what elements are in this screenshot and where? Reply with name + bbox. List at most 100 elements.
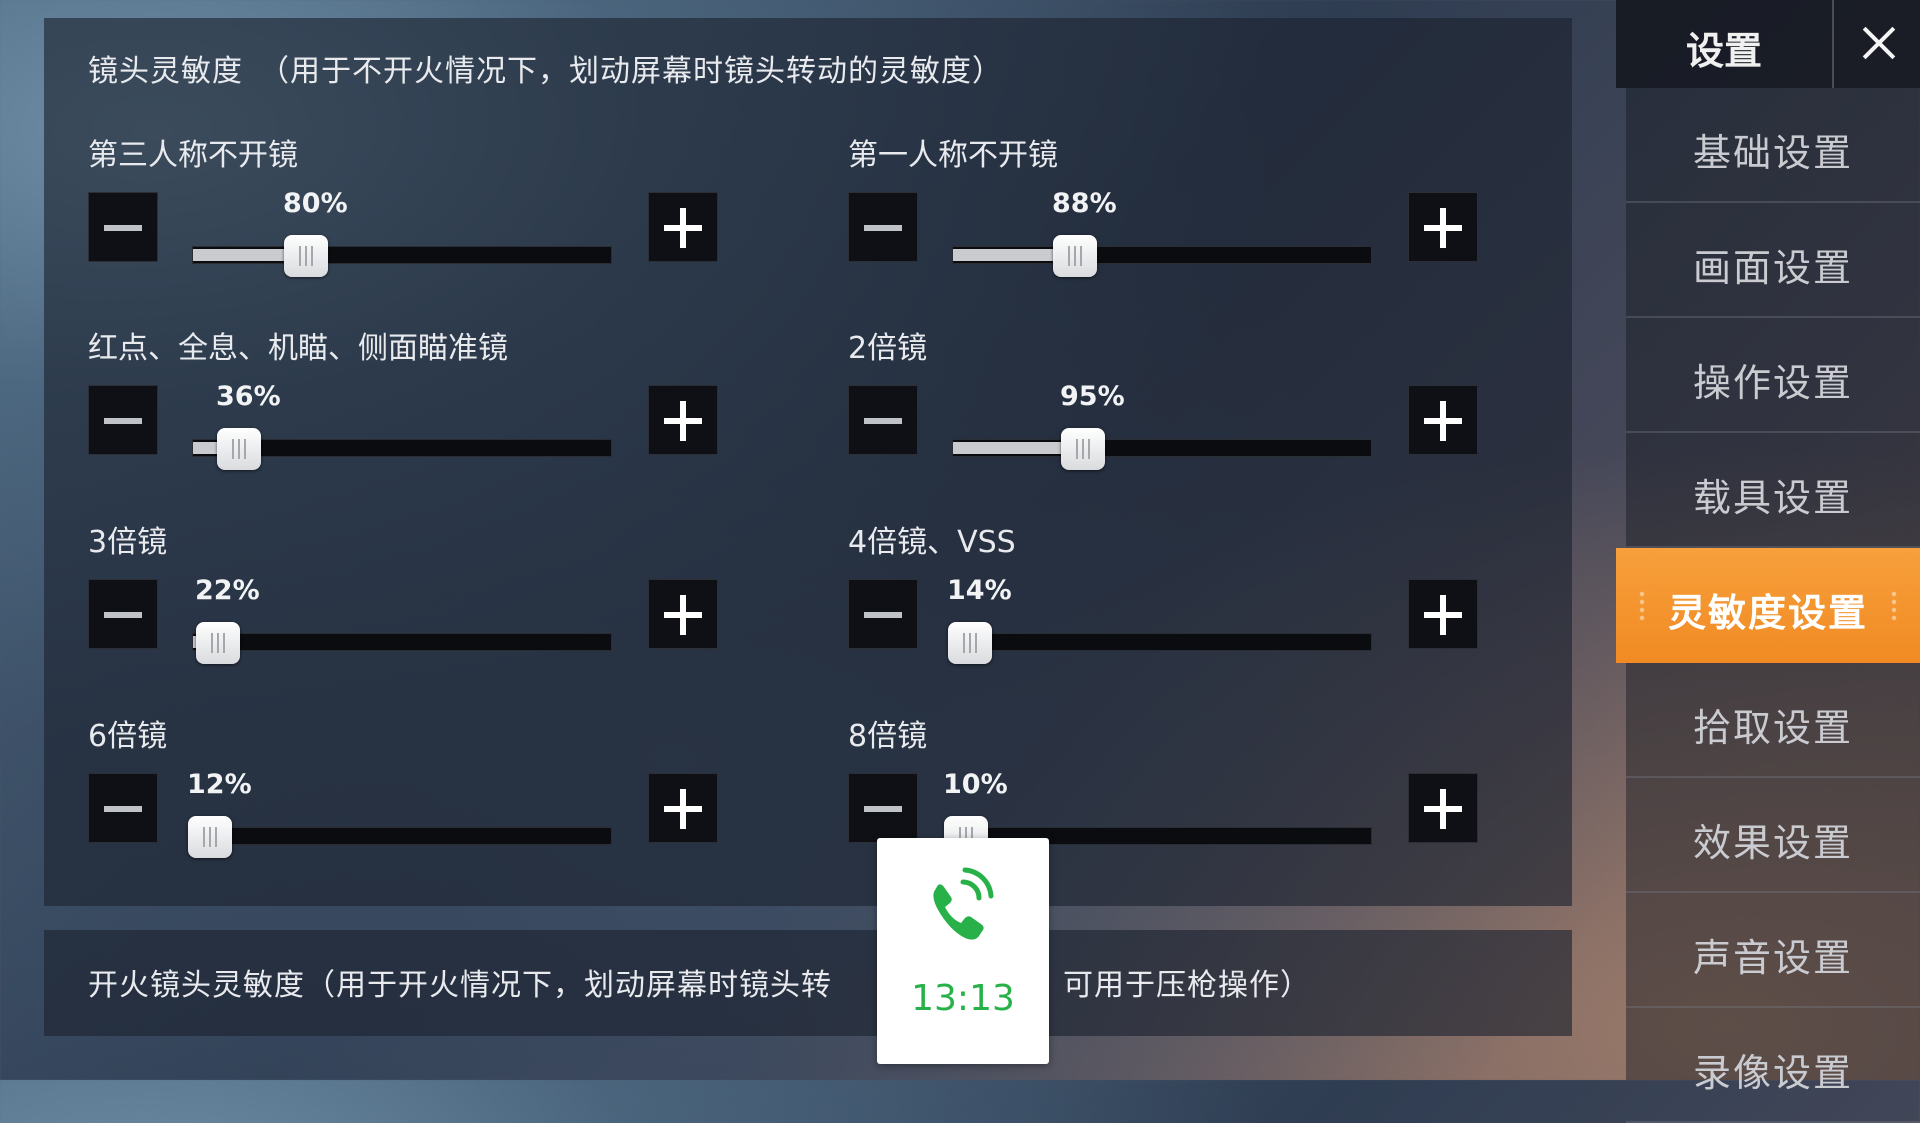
increase-button[interactable] <box>1408 192 1478 262</box>
slider-value: 80% <box>283 188 348 219</box>
increase-button[interactable] <box>648 579 718 649</box>
slider-thumb[interactable] <box>948 622 992 664</box>
increase-button[interactable] <box>648 385 718 455</box>
setting-row-6x-scope: 6倍镜 12% <box>44 711 744 861</box>
slider-value: 14% <box>947 575 1012 606</box>
sidebar-item-label: 基础设置 <box>1692 131 1853 175</box>
grip-line <box>223 633 225 653</box>
sensitivity-slider[interactable] <box>948 622 1372 664</box>
minus-icon <box>104 418 142 424</box>
sensitivity-slider[interactable] <box>952 428 1372 470</box>
slider-thumb[interactable] <box>188 816 232 858</box>
sidebar-item-sensitivity[interactable]: 灵敏度设置 <box>1616 548 1920 663</box>
setting-row-3x-scope: 3倍镜 22% <box>44 517 744 667</box>
sensitivity-slider[interactable] <box>192 622 612 664</box>
slider-value: 12% <box>187 769 252 800</box>
slider-value: 10% <box>943 769 1008 800</box>
minus-icon <box>864 806 902 812</box>
decrease-button[interactable] <box>848 192 918 262</box>
grip-line <box>215 827 217 847</box>
camera-sensitivity-title: 镜头灵敏度 （用于不开火情况下，划动屏幕时镜头转动的灵敏度） <box>88 54 1003 89</box>
sidebar-title: 设置 <box>1686 29 1763 73</box>
minus-icon <box>864 612 902 618</box>
minus-icon <box>864 418 902 424</box>
minus-icon <box>104 612 142 618</box>
sidebar-item-audio[interactable]: 声音设置 <box>1626 893 1920 1008</box>
slider-thumb[interactable] <box>1061 428 1105 470</box>
decrease-button[interactable] <box>88 192 158 262</box>
sidebar-item-label: 效果设置 <box>1692 821 1853 865</box>
phone-call-icon <box>933 867 994 940</box>
slider-thumb[interactable] <box>1053 235 1097 277</box>
slider-thumb[interactable] <box>217 428 261 470</box>
increase-button[interactable] <box>1408 579 1478 649</box>
slider-value: 22% <box>195 575 260 606</box>
decrease-button[interactable] <box>848 385 918 455</box>
setting-label: 3倍镜 <box>88 525 168 560</box>
sidebar-item-label: 载具设置 <box>1692 476 1853 520</box>
decrease-button[interactable] <box>88 385 158 455</box>
sidebar-item-label: 操作设置 <box>1692 361 1853 405</box>
sensitivity-slider[interactable] <box>192 428 612 470</box>
slider-value: 88% <box>1052 188 1117 219</box>
grip-line <box>963 633 965 653</box>
sidebar-item-basic[interactable]: 基础设置 <box>1626 88 1920 203</box>
increase-button[interactable] <box>1408 773 1478 843</box>
setting-row-red-dot: 红点、全息、机瞄、侧面瞄准镜 36% <box>44 323 744 473</box>
grip-line <box>1068 246 1070 266</box>
grip-line <box>299 246 301 266</box>
slider-value: 36% <box>216 381 281 412</box>
increase-button[interactable] <box>648 192 718 262</box>
grip-line <box>1076 439 1078 459</box>
grip-line <box>1074 246 1076 266</box>
sidebar-item-label: 灵敏度设置 <box>1667 591 1868 635</box>
sidebar-item-display[interactable]: 画面设置 <box>1626 203 1920 318</box>
plus-icon-vertical <box>680 789 686 829</box>
setting-label: 第三人称不开镜 <box>88 138 298 173</box>
grip-line <box>211 633 213 653</box>
decrease-button[interactable] <box>848 579 918 649</box>
decrease-button[interactable] <box>88 773 158 843</box>
setting-label: 2倍镜 <box>848 331 928 366</box>
sidebar-item-effects[interactable]: 效果设置 <box>1626 778 1920 893</box>
call-overlay[interactable]: 13:13 <box>877 838 1049 1064</box>
decrease-button[interactable] <box>88 579 158 649</box>
minus-icon <box>864 225 902 231</box>
call-duration: 13:13 <box>911 978 1015 1019</box>
slider-thumb[interactable] <box>196 622 240 664</box>
sidebar-item-label: 画面设置 <box>1692 246 1853 290</box>
sidebar-item-recording[interactable]: 录像设置 <box>1626 1008 1920 1123</box>
increase-button[interactable] <box>648 773 718 843</box>
sidebar-header: 设置 <box>1616 0 1920 88</box>
fire-sensitivity-title-left: 开火镜头灵敏度（用于开火情况下，划动屏幕时镜头转 <box>88 968 832 1003</box>
sidebar-item-controls[interactable]: 操作设置 <box>1626 318 1920 433</box>
grip-line <box>975 633 977 653</box>
sidebar-item-vehicle[interactable]: 载具设置 <box>1626 433 1920 548</box>
grip-line <box>238 439 240 459</box>
setting-label: 4倍镜、VSS <box>848 525 1016 560</box>
increase-button[interactable] <box>1408 385 1478 455</box>
grip-line <box>203 827 205 847</box>
grip-line <box>1080 246 1082 266</box>
sidebar-item-label: 声音设置 <box>1692 936 1853 980</box>
sidebar-item-pickup[interactable]: 拾取设置 <box>1626 663 1920 778</box>
sidebar-item-label: 录像设置 <box>1692 1051 1853 1095</box>
plus-icon-vertical <box>680 401 686 441</box>
grip-line <box>969 633 971 653</box>
fire-sensitivity-panel: 开火镜头灵敏度（用于开火情况下，划动屏幕时镜头转 ，可用于压枪操作） <box>44 930 1572 1036</box>
plus-icon-vertical <box>1440 401 1446 441</box>
slider-thumb[interactable] <box>284 235 328 277</box>
sensitivity-slider[interactable] <box>188 816 612 858</box>
sensitivity-slider[interactable] <box>192 235 612 277</box>
sensitivity-slider[interactable] <box>952 235 1372 277</box>
fire-sensitivity-title-right: ，可用于压枪操作） <box>1032 968 1311 1003</box>
slider-value: 95% <box>1060 381 1125 412</box>
decrease-button[interactable] <box>848 773 918 843</box>
fire-sensitivity-title: 开火镜头灵敏度（用于开火情况下，划动屏幕时镜头转 ，可用于压枪操作） <box>88 960 1311 1004</box>
sidebar-item-label: 拾取设置 <box>1692 706 1853 750</box>
grip-line <box>1088 439 1090 459</box>
sidebar-menu: 基础设置画面设置操作设置载具设置灵敏度设置拾取设置效果设置声音设置录像设置 <box>1616 88 1920 1123</box>
grip-line <box>209 827 211 847</box>
close-button[interactable] <box>1832 0 1920 88</box>
setting-row-2x-scope: 2倍镜 95% <box>804 323 1504 473</box>
